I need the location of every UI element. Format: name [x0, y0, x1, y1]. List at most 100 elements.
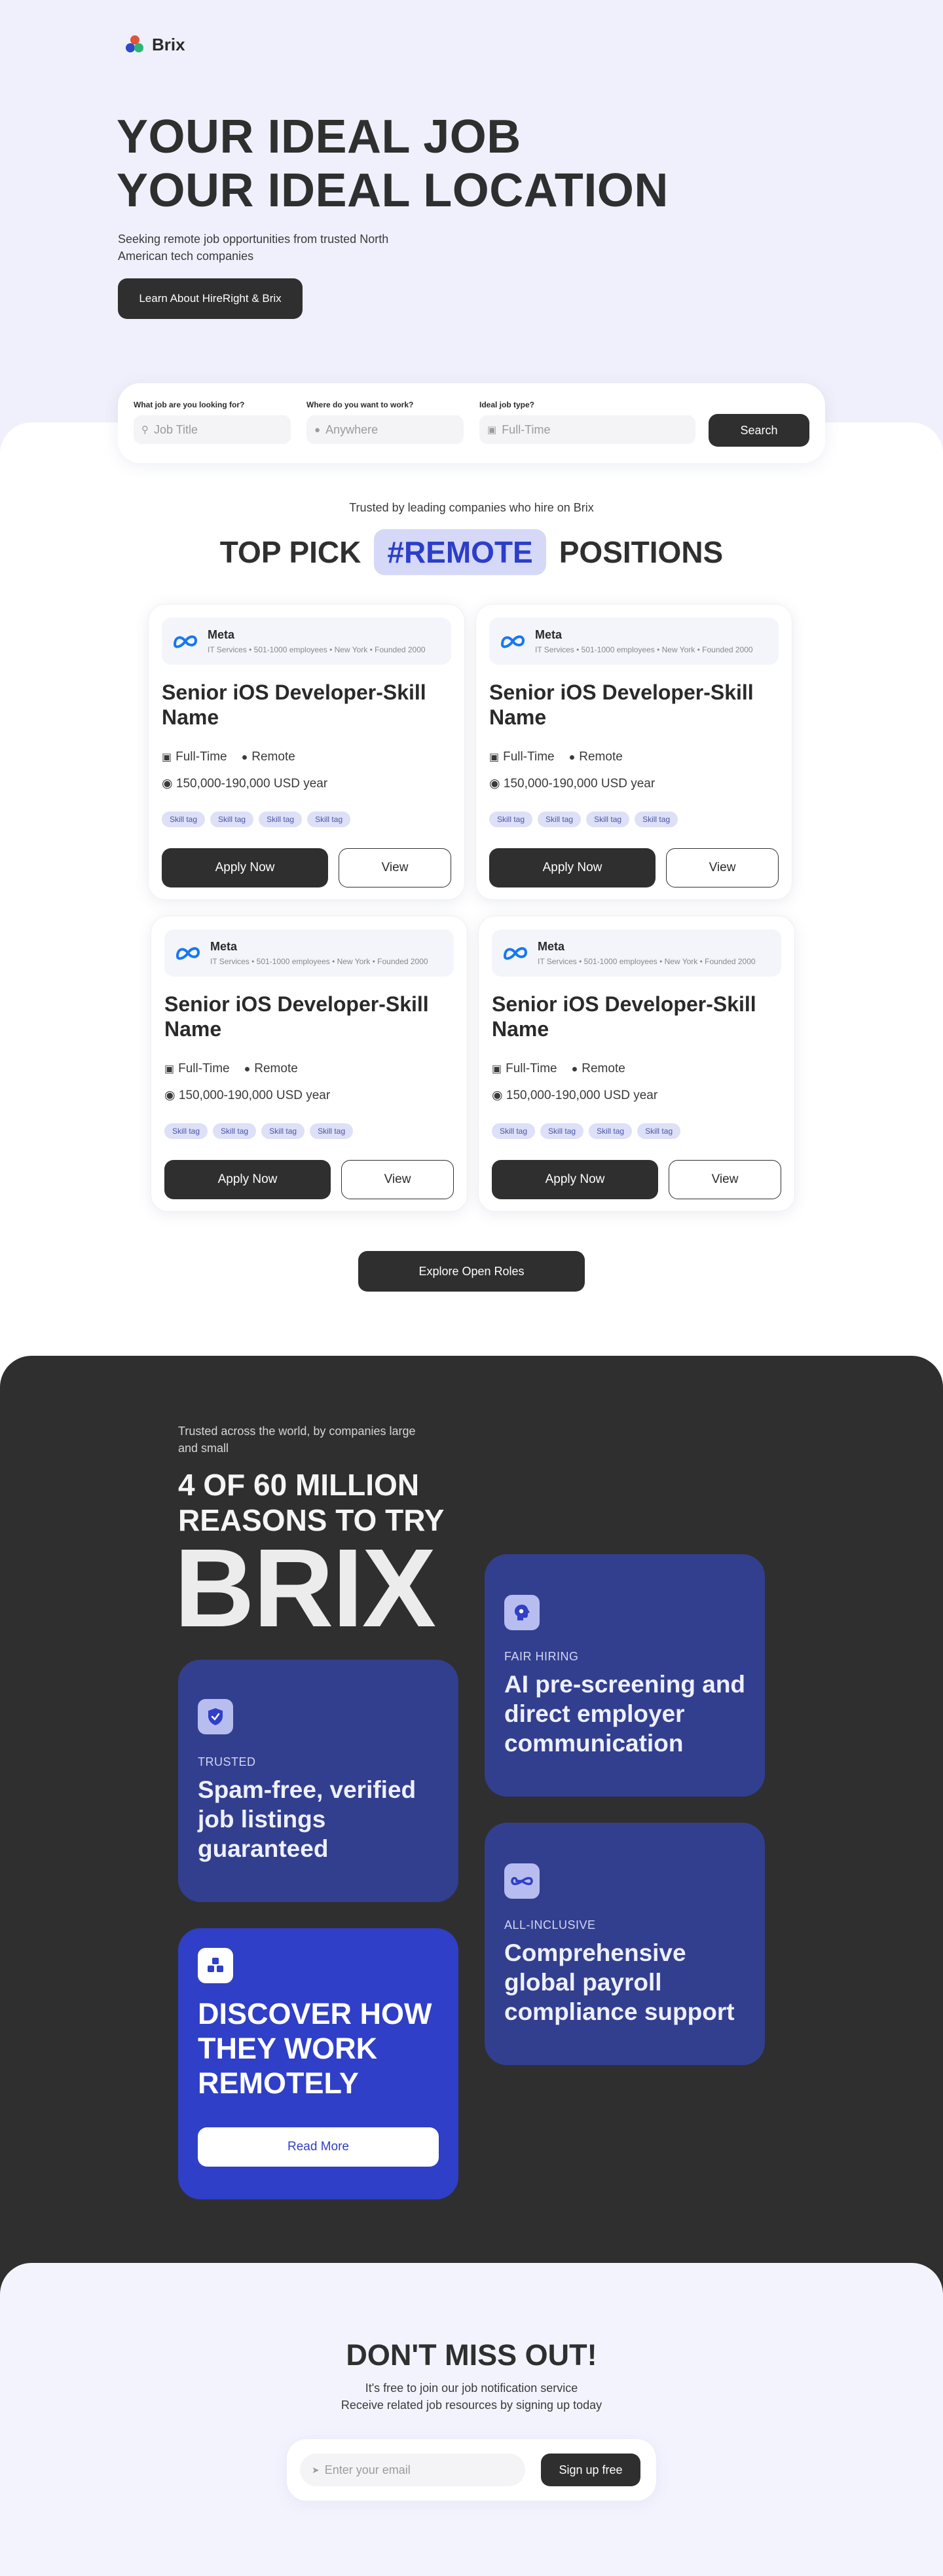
newsletter-form: ➤ Enter your email Sign up free	[287, 2439, 656, 2501]
job-type-text: Full-Time	[506, 1062, 557, 1075]
job-type-input[interactable]: ▣ Full-Time	[479, 415, 695, 444]
job-card: Meta IT Services • 501-1000 employees • …	[478, 916, 795, 1212]
feature-card-trusted: TRUSTED Spam-free, verified job listings…	[178, 1660, 458, 1902]
company-header[interactable]: Meta IT Services • 501-1000 employees • …	[162, 618, 451, 665]
shield-check-icon	[198, 1699, 233, 1734]
apply-now-button[interactable]: Apply Now	[164, 1160, 331, 1199]
skill-tag: Skill tag	[635, 812, 678, 827]
job-location-text: Remote	[251, 750, 295, 764]
newsletter-section	[0, 2263, 943, 2576]
infinity-icon	[504, 1863, 540, 1899]
apply-now-button[interactable]: Apply Now	[162, 848, 328, 887]
learn-about-button[interactable]: Learn About HireRight & Brix	[118, 278, 303, 319]
hero-title-line2: YOUR IDEAL LOCATION	[117, 164, 669, 217]
discover-headline: DISCOVER HOW THEY WORK REMOTELY	[198, 1997, 432, 2100]
dollar-icon: ◉	[162, 777, 173, 791]
meta-logo-icon	[503, 947, 528, 960]
job-meta: ▣ Full-Time ● Remote	[162, 750, 295, 764]
skill-tags: Skill tag Skill tag Skill tag Skill tag	[492, 1123, 681, 1139]
feature-kicker: FAIR HIRING	[504, 1650, 579, 1663]
feature-card-fair-hiring: FAIR HIRING AI pre-screening and direct …	[485, 1554, 765, 1797]
job-location: ● Remote	[242, 750, 295, 764]
job-type: ▣ Full-Time	[164, 1062, 230, 1076]
view-button[interactable]: View	[339, 848, 451, 887]
job-meta: ▣ Full-Time ● Remote	[164, 1062, 298, 1076]
remote-highlight: #REMOTE	[374, 529, 546, 575]
brand-name: Brix	[152, 34, 185, 54]
job-salary-text: 150,000-190,000 USD year	[176, 777, 328, 791]
skill-tag: Skill tag	[259, 812, 303, 827]
location-pin-icon: ●	[244, 1064, 251, 1075]
briefcase-icon: ▣	[487, 424, 497, 436]
newsletter-line1: It's free to join our job notification s…	[365, 2381, 578, 2395]
briefcase-icon: ▣	[489, 752, 500, 763]
cubes-icon	[198, 1948, 233, 1983]
job-type: ▣ Full-Time	[492, 1062, 557, 1076]
skill-tags: Skill tag Skill tag Skill tag Skill tag	[489, 812, 678, 827]
read-more-button[interactable]: Read More	[198, 2127, 439, 2167]
job-title-label: What job are you looking for?	[134, 400, 245, 409]
feature-kicker: ALL-INCLUSIVE	[504, 1918, 596, 1932]
location-pin-icon: ●	[241, 752, 248, 763]
feature-headline: Spam-free, verified job listings guarant…	[198, 1776, 416, 1862]
skill-tag: Skill tag	[310, 1123, 354, 1139]
apply-now-button[interactable]: Apply Now	[489, 848, 656, 887]
reasons-title-line1: 4 OF 60 MILLION	[178, 1468, 420, 1502]
job-salary: ◉ 150,000-190,000 USD year	[162, 776, 327, 791]
feature-card-all-inclusive: ALL-INCLUSIVE Comprehensive global payro…	[485, 1823, 765, 2065]
job-salary-text: 150,000-190,000 USD year	[506, 1089, 658, 1102]
skill-tag: Skill tag	[210, 812, 254, 827]
skill-tag: Skill tag	[540, 1123, 584, 1139]
skill-tag: Skill tag	[213, 1123, 257, 1139]
briefcase-icon: ▣	[162, 752, 172, 763]
job-type-text: Full-Time	[178, 1062, 230, 1075]
sign-up-button[interactable]: Sign up free	[541, 2454, 640, 2486]
skill-tag: Skill tag	[162, 812, 206, 827]
job-title-input[interactable]: ⚲ Job Title	[134, 415, 291, 444]
view-button[interactable]: View	[341, 1160, 454, 1199]
job-type-text: Full-Time	[176, 750, 227, 764]
skill-tag: Skill tag	[261, 1123, 305, 1139]
trusted-text: Trusted by leading companies who hire on…	[349, 501, 594, 514]
company-header[interactable]: Meta IT Services • 501-1000 employees • …	[164, 929, 454, 977]
dollar-icon: ◉	[489, 777, 500, 791]
view-button[interactable]: View	[669, 1160, 781, 1199]
email-input[interactable]: ➤ Enter your email	[300, 2454, 525, 2486]
view-button[interactable]: View	[666, 848, 779, 887]
brix-wordmark: BRIX	[174, 1526, 436, 1651]
job-salary: ◉ 150,000-190,000 USD year	[489, 776, 655, 791]
job-location: ● Remote	[572, 1062, 625, 1076]
reasons-section	[0, 1356, 943, 2305]
location-field: Where do you want to work? ● Anywhere	[306, 400, 464, 444]
meta-logo-icon	[176, 947, 200, 960]
job-salary-text: 150,000-190,000 USD year	[178, 1089, 331, 1102]
explore-open-roles-button[interactable]: Explore Open Roles	[358, 1251, 585, 1292]
company-name: Meta	[210, 940, 238, 953]
location-pin-icon: ●	[568, 752, 576, 763]
job-type-placeholder: Full-Time	[502, 422, 551, 436]
skill-tag: Skill tag	[589, 1123, 633, 1139]
job-salary-text: 150,000-190,000 USD year	[503, 777, 656, 791]
dollar-icon: ◉	[492, 1089, 503, 1102]
company-header[interactable]: Meta IT Services • 501-1000 employees • …	[492, 929, 781, 977]
brand-logo[interactable]: Brix	[124, 34, 185, 55]
apply-now-button[interactable]: Apply Now	[492, 1160, 658, 1199]
location-input[interactable]: ● Anywhere	[306, 415, 464, 444]
hero-subtitle: Seeking remote job opportunities from tr…	[118, 233, 389, 263]
company-name: Meta	[535, 628, 563, 641]
hero-title: YOUR IDEAL JOB YOUR IDEAL LOCATION	[117, 110, 669, 217]
company-name: Meta	[208, 628, 235, 641]
company-info: IT Services • 501-1000 employees • New Y…	[535, 645, 753, 654]
feature-headline: AI pre-screening and direct employer com…	[504, 1671, 746, 1757]
skill-tag: Skill tag	[307, 812, 351, 827]
job-salary: ◉ 150,000-190,000 USD year	[492, 1088, 657, 1103]
feature-headline: Comprehensive global payroll compliance …	[504, 1939, 735, 2025]
skill-tag: Skill tag	[164, 1123, 208, 1139]
search-button[interactable]: Search	[709, 414, 809, 447]
brix-logo-icon	[124, 34, 145, 55]
company-header[interactable]: Meta IT Services • 501-1000 employees • …	[489, 618, 779, 665]
job-type-text: Full-Time	[503, 750, 555, 764]
top-pick-left: TOP PICK	[219, 535, 361, 569]
job-title: Senior iOS Developer-Skill Name	[164, 992, 429, 1041]
job-title: Senior iOS Developer-Skill Name	[492, 992, 756, 1041]
